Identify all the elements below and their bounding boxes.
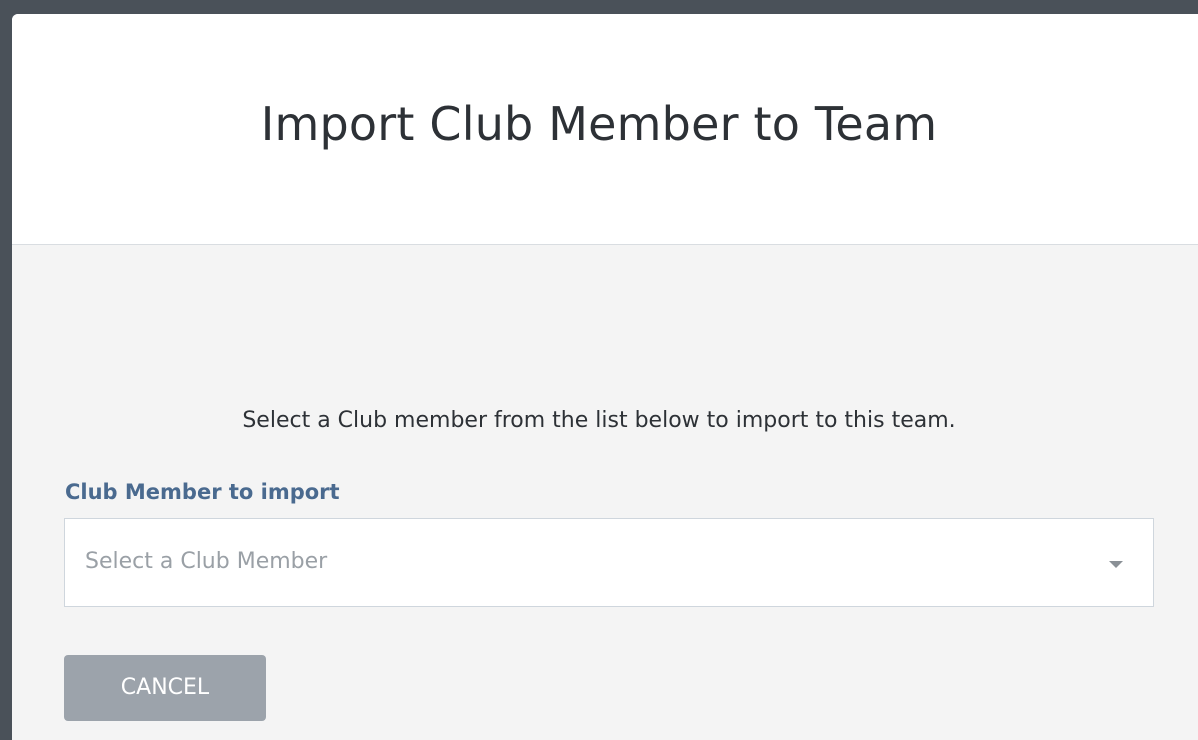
dialog-body: Select a Club member from the list below… — [12, 245, 1198, 740]
instruction-text: Select a Club member from the list below… — [242, 408, 956, 433]
dialog-header: Import Club Member to Team — [12, 14, 1198, 245]
club-member-field-label: Club Member to import — [65, 480, 340, 504]
dialog-title: Import Club Member to Team — [260, 97, 938, 151]
chevron-down-icon — [1109, 561, 1123, 568]
import-member-dialog: Import Club Member to Team Select a Club… — [12, 14, 1198, 740]
club-member-select-placeholder: Select a Club Member — [85, 549, 328, 574]
club-member-select[interactable]: Select a Club Member — [64, 518, 1154, 607]
cancel-button[interactable]: CANCEL — [64, 655, 266, 721]
